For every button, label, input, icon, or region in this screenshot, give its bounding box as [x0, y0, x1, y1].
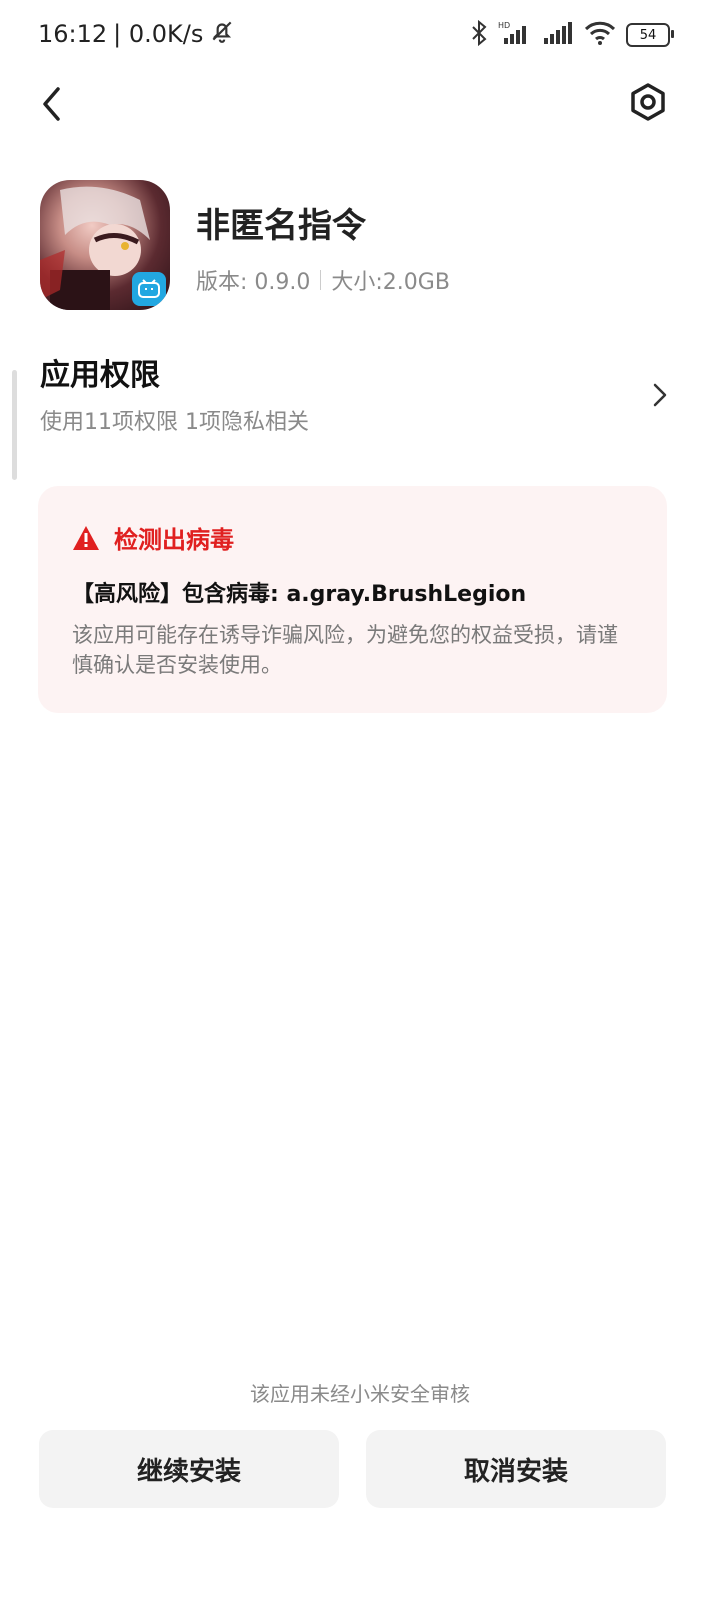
scroll-indicator — [12, 370, 17, 480]
settings-button[interactable] — [626, 80, 670, 124]
top-bar — [0, 70, 720, 140]
virus-warning-title: 检测出病毒 — [114, 526, 234, 554]
meta-divider — [320, 270, 322, 290]
network-speed: | 0.0K/s — [113, 20, 204, 48]
battery-icon: 54 — [626, 23, 674, 47]
bilibili-badge-icon — [132, 272, 166, 306]
cancel-install-button[interactable]: 取消安装 — [366, 1430, 666, 1508]
virus-description: 该应用可能存在诱导诈骗风险，为避免您的权益受损，请谨慎确认是否安装使用。 — [72, 623, 618, 677]
dnd-off-icon — [209, 18, 235, 50]
app-version: 版本: 0.9.0 — [196, 270, 311, 295]
virus-warning-header: 检测出病毒 — [72, 520, 234, 555]
battery-level: 54 — [639, 27, 657, 43]
status-time: 16:12 — [38, 20, 108, 48]
warning-icon — [73, 525, 99, 550]
permissions-title: 应用权限 — [40, 358, 160, 393]
signal-icon — [542, 20, 574, 50]
status-right: HD 54 — [470, 19, 674, 50]
status-bar: 16:12 | 0.0K/s HD 54 — [0, 0, 720, 70]
back-button[interactable] — [32, 82, 72, 126]
settings-icon — [631, 83, 665, 121]
continue-install-button[interactable]: 继续安装 — [39, 1430, 339, 1508]
back-chevron-icon — [43, 87, 60, 121]
security-note: 该应用未经小米安全审核 — [250, 1382, 470, 1406]
app-icon — [40, 180, 170, 310]
app-name: 非匿名指令 — [196, 206, 366, 246]
chevron-right-icon — [653, 383, 667, 407]
app-size: 大小:2.0GB — [331, 270, 450, 295]
app-header: 非匿名指令 版本: 0.9.0 大小:2.0GB — [40, 180, 680, 310]
permissions-summary: 使用11项权限 1项隐私相关 — [40, 410, 309, 435]
permissions-row[interactable]: 应用权限 使用11项权限 1项隐私相关 — [40, 350, 680, 450]
svg-text:HD: HD — [498, 21, 510, 30]
app-meta: 版本: 0.9.0 大小:2.0GB — [196, 264, 450, 296]
virus-warning-card: 检测出病毒 【高风险】包含病毒: a.gray.BrushLegion 该应用可… — [38, 486, 667, 713]
wifi-icon — [584, 20, 616, 50]
virus-risk-text: 【高风险】包含病毒: a.gray.BrushLegion — [72, 582, 527, 607]
bluetooth-icon — [470, 19, 488, 50]
status-left: 16:12 | 0.0K/s — [38, 18, 235, 50]
hd-signal-icon: HD — [498, 20, 532, 50]
